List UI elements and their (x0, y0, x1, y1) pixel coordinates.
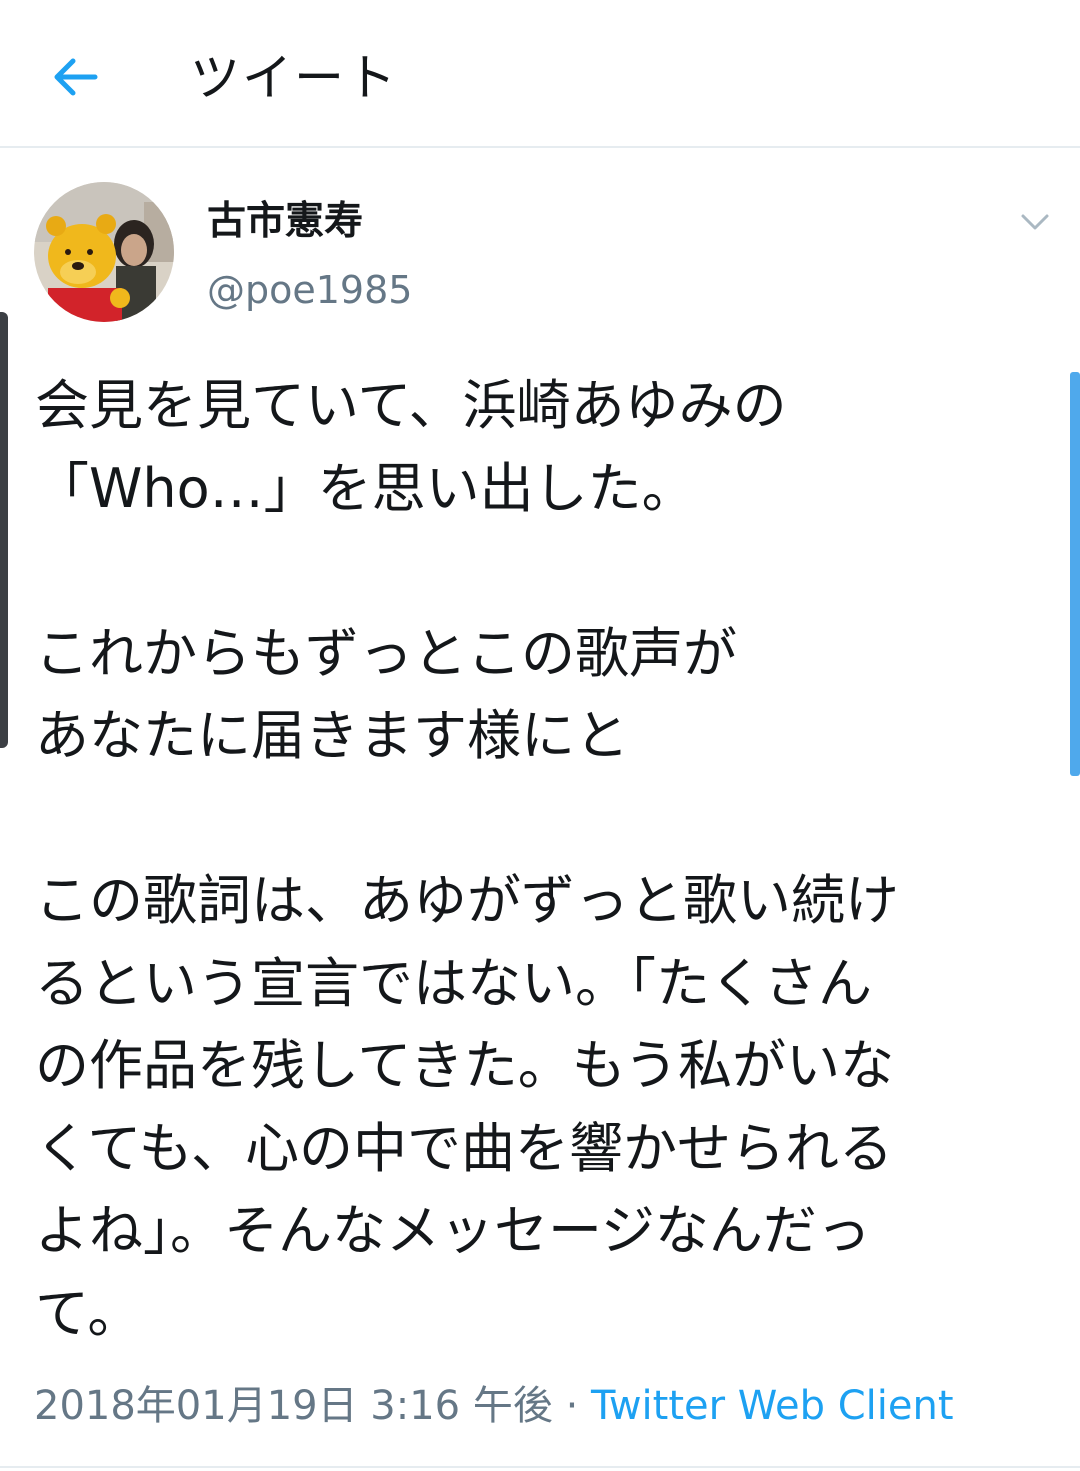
meta-separator: · (552, 1383, 592, 1429)
tweet-timestamp[interactable]: 2018年01月19日 3:16 午後 (34, 1383, 553, 1429)
avatar-image (34, 182, 174, 322)
arrow-left-icon (54, 58, 98, 96)
scrollbar[interactable] (1070, 372, 1080, 776)
avatar[interactable] (34, 182, 174, 322)
back-button[interactable] (40, 44, 110, 110)
tweet-line: よね」。そんなメッセージなんだっ (35, 1199, 871, 1262)
page-title: ツイート (190, 49, 398, 107)
tweet-text: 会見を見ていて、浜崎あゆみの 「Who…」を思い出した。 これからもずっとこの歌… (35, 365, 1050, 1355)
top-bar: ツイート (0, 0, 1080, 148)
tweet-line: あなたに届きます様にと (35, 704, 629, 767)
user-handle[interactable]: @poe1985 (207, 264, 412, 316)
tweet-line: の作品を残してきた。もう私がいな (35, 1034, 895, 1097)
tweet-line: て。 (35, 1281, 142, 1345)
divider (0, 1466, 1080, 1468)
client-link[interactable]: Twitter Web Client (591, 1383, 954, 1429)
edge-panel-handle[interactable] (0, 312, 8, 748)
display-name[interactable]: 古市憲寿 (207, 196, 363, 248)
tweet-meta: 2018年01月19日 3:16 午後 · Twitter Web Client (34, 1378, 954, 1434)
tweet-menu-button[interactable] (1010, 200, 1060, 244)
tweet-line: これからもずっとこの歌声が (35, 621, 737, 685)
tweet-line: この歌詞は、あゆがずっと歌い続け (35, 869, 899, 932)
tweet-line: るという宣言ではない。「たくさん (35, 951, 872, 1015)
tweet-line: くても、心の中で曲を響かせられる (35, 1116, 894, 1180)
chevron-down-icon (1021, 214, 1049, 230)
tweet-line: 会見を見ていて、浜崎あゆみの (35, 374, 787, 437)
tweet-line: 「Who…」を思い出した。 (35, 456, 696, 520)
